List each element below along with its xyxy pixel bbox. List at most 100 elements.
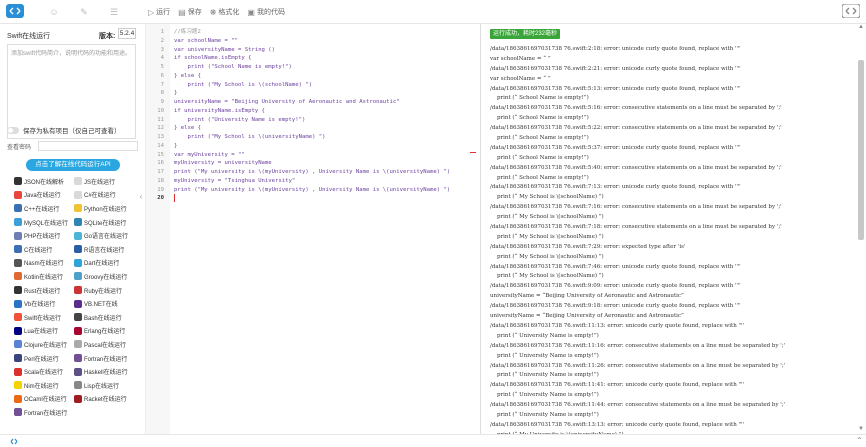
collapse-sidebar-icon[interactable]: ‹: [137, 190, 145, 204]
edit-icon[interactable]: ✎: [78, 6, 90, 18]
code-line[interactable]: 11 print ("University Name is empty!"): [146, 116, 477, 125]
language-logo-icon: [74, 258, 82, 267]
language-label: Perl在线运行: [24, 356, 59, 363]
language-item[interactable]: Python在线运行: [74, 204, 132, 213]
code-line[interactable]: 15 var myUniversity = "": [146, 151, 477, 160]
language-logo-icon: [74, 354, 82, 363]
language-logo-icon: [74, 340, 82, 349]
language-item[interactable]: OCaml在线运行: [14, 394, 72, 403]
line-number: 14: [157, 142, 164, 149]
code-line[interactable]: 1 //练习题2: [146, 28, 477, 37]
code-line[interactable]: 13 print ("My School is \(universityName…: [146, 133, 477, 142]
code-line[interactable]: 14}: [146, 142, 477, 151]
code-line[interactable]: 18 myUniversity = "Tsinghua University": [146, 177, 477, 186]
language-logo-icon: [14, 190, 22, 199]
output-line: print (“ School Name is empty!”): [490, 95, 589, 102]
list-icon[interactable]: ☰: [108, 6, 120, 18]
language-item[interactable]: SQLite在线运行: [74, 218, 132, 227]
language-item[interactable]: Haskell在线运行: [74, 367, 132, 376]
code-line[interactable]: 7 print ("My School is \(schoolName) "): [146, 81, 477, 90]
output-line: print (“ University Name is empty!”): [490, 332, 599, 339]
language-item[interactable]: Java在线运行: [14, 190, 72, 199]
bottom-bar: ⌃: [0, 434, 866, 447]
language-item[interactable]: Fortran在线运行: [74, 354, 132, 363]
language-item[interactable]: Erlang在线运行: [74, 326, 132, 335]
language-item[interactable]: R语言在线运行: [74, 245, 132, 254]
code-line[interactable]: 9 universityName = "Beijing University of…: [146, 98, 477, 107]
code-line[interactable]: 2 var schoolName = "": [146, 37, 477, 46]
sidebar: Swift在线运行 版本: 5.2.4 添加swift代码简介，说明代码的功能和…: [0, 24, 142, 434]
language-item[interactable]: Kotlin在线运行: [14, 272, 72, 281]
right-logo-icon[interactable]: [842, 4, 860, 18]
language-label: Nim在线运行: [24, 383, 59, 390]
code-line[interactable]: 6} else {: [146, 72, 477, 81]
code-text: }: [174, 142, 178, 149]
format-button-label: 格式化: [218, 9, 240, 16]
code-line[interactable]: 3 var universityName = String (): [146, 46, 477, 55]
password-input[interactable]: [38, 141, 138, 151]
code-line[interactable]: 12} else {: [146, 124, 477, 133]
code-line[interactable]: 16 myUniversity = universityName: [146, 159, 477, 168]
output-line: /data/1863861697031738 76.swift:9:09: er…: [490, 283, 741, 290]
user-icon[interactable]: ☺: [48, 6, 60, 18]
language-item[interactable]: Fortran在线运行: [14, 408, 72, 417]
language-list: JSON在线解析 JS在线运行 Java在线运行 C#在线运行 C++在线运行 Pytho…: [14, 177, 138, 417]
code-text: myUniversity = "Tsinghua University": [174, 177, 296, 184]
code-line[interactable]: 10 if universityName.isEmpty {: [146, 107, 477, 116]
language-item[interactable]: Lua在线运行: [14, 326, 72, 335]
language-item[interactable]: VB.NET在线: [74, 299, 132, 308]
language-item[interactable]: Nasm在线运行: [14, 258, 72, 267]
code-text: print ("My university is \(myUniversity)…: [174, 169, 451, 175]
language-item[interactable]: C在线运行: [14, 245, 72, 254]
code-editor[interactable]: 1 //练习题2 2 var schoolName = "" 3 var universi…: [145, 24, 477, 434]
language-item[interactable]: C++在线运行: [14, 204, 72, 213]
run-button[interactable]: ▷ 运行: [148, 7, 170, 17]
output-line: print (“ My School is \(schoolName) ”): [490, 253, 604, 260]
code-line[interactable]: 8}: [146, 89, 477, 98]
language-item[interactable]: Go语言在线运行: [74, 231, 132, 240]
output-line: /data/1863861697031738 76.swift:11:16: e…: [490, 342, 786, 349]
code-line[interactable]: 20: [146, 194, 477, 203]
language-logo-icon: [74, 367, 82, 376]
language-item[interactable]: C#在线运行: [74, 190, 132, 199]
language-item[interactable]: Scala在线运行: [14, 367, 72, 376]
language-item[interactable]: Swift在线运行: [14, 313, 72, 322]
output-scrollbar[interactable]: [858, 60, 864, 240]
language-item[interactable]: Dart在线运行: [74, 258, 132, 267]
scroll-down-icon[interactable]: ▼: [858, 426, 864, 434]
code-line[interactable]: 19 print ("My university is \(myUniversit…: [146, 186, 477, 195]
format-button[interactable]: ❋ 格式化: [210, 7, 240, 17]
language-item[interactable]: Pascal在线运行: [74, 340, 132, 349]
code-line[interactable]: 4 if schoolName.isEmpty {: [146, 54, 477, 63]
language-item[interactable]: Rust在线运行: [14, 286, 72, 295]
output-line: /data/1863861697031738 76.swift:7:16: er…: [490, 204, 782, 211]
language-logo-icon: [14, 326, 22, 335]
language-item[interactable]: MySQL在线运行: [14, 218, 72, 227]
language-item[interactable]: Groovy在线运行: [74, 272, 132, 281]
language-item[interactable]: Perl在线运行: [14, 354, 72, 363]
version-select[interactable]: 5.2.4: [118, 28, 136, 39]
output-line: print (“ My School is \(schoolName) ”): [490, 214, 604, 221]
language-item[interactable]: JS在线运行: [74, 177, 132, 186]
chevron-up-icon[interactable]: ⌃: [856, 436, 863, 445]
language-item[interactable]: JSON在线解析: [14, 177, 72, 186]
scroll-up-icon[interactable]: ▲: [858, 24, 864, 32]
language-item[interactable]: Lisp在线运行: [74, 381, 132, 390]
language-label: Bash在线运行: [84, 315, 122, 322]
line-number: 7: [160, 81, 164, 88]
code-line[interactable]: 5 print ("School Name is empty!"): [146, 63, 477, 72]
language-item[interactable]: Bash在线运行: [74, 313, 132, 322]
api-info-button[interactable]: 点击了解在线代码运行API: [26, 159, 120, 171]
language-item[interactable]: PHP在线运行: [14, 231, 72, 240]
language-logo-icon: [74, 394, 82, 403]
private-toggle[interactable]: [7, 126, 19, 134]
save-button[interactable]: ▤ 保存: [178, 7, 202, 17]
language-item[interactable]: Ruby在线运行: [74, 286, 132, 295]
code-line[interactable]: 17 print ("My university is \(myUniversit…: [146, 168, 477, 177]
site-logo-icon[interactable]: [6, 4, 24, 18]
language-item[interactable]: Vb在线运行: [14, 299, 72, 308]
language-item[interactable]: Nim在线运行: [14, 381, 72, 390]
my-code-button[interactable]: ▣ 我的代码: [247, 7, 285, 17]
language-item[interactable]: Clojure在线运行: [14, 340, 72, 349]
language-item[interactable]: Racket在线运行: [74, 394, 132, 403]
